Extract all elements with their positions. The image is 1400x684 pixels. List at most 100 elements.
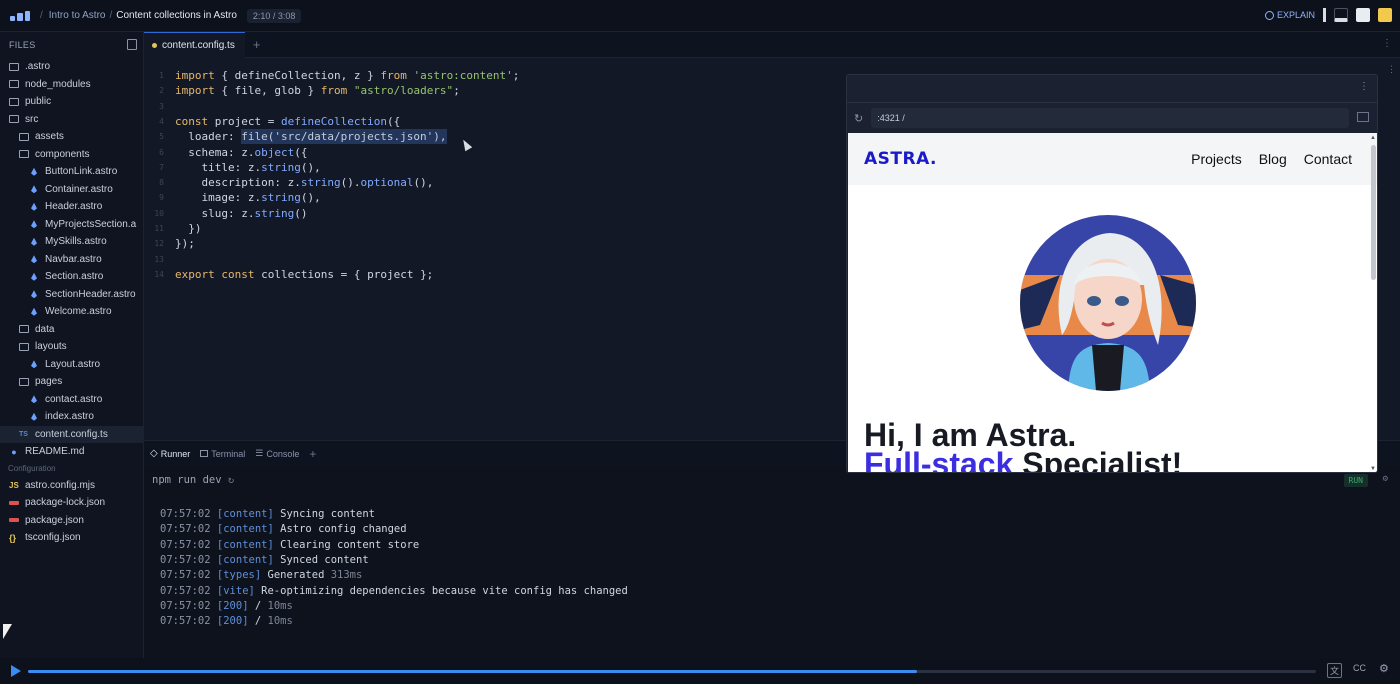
file-tree-item[interactable]: {} tsconfig.json [0,529,143,547]
file-tree-label: MyProjectsSection.a [45,218,137,230]
url-input[interactable]: :4321 / [871,108,1349,128]
more-vertical-icon[interactable]: ⋮ [1382,38,1392,49]
explain-button[interactable]: EXPLAIN [1264,10,1315,20]
file-tree-item[interactable]: Navbar.astro [0,251,143,269]
code-token: string [261,160,301,174]
log-time: 07:57:02 [160,538,211,551]
file-tree-item[interactable]: public [0,93,143,111]
file-tree-item[interactable]: Container.astro [0,181,143,199]
code-token: file('src/data/projects.json'), [241,129,447,145]
file-tree-label: Container.astro [45,183,113,195]
code-token: defineCollection [280,114,387,128]
code-token: { defineCollection, z } [214,69,381,82]
file-tree-item[interactable]: pages [0,373,143,391]
breadcrumb-course[interactable]: Intro to Astro [49,10,106,21]
layout-full-icon[interactable] [1378,8,1392,22]
file-tree-item[interactable]: .astro [0,58,143,76]
new-file-icon[interactable] [127,39,137,50]
tab-content-config[interactable]: content.config.ts [144,31,245,58]
tab-terminal[interactable]: Terminal [200,449,245,459]
file-tree-item[interactable]: JS astro.config.mjs [0,477,143,495]
astro-file-icon [31,290,37,299]
code-token: loader: [175,130,242,144]
code-token: ({ [386,114,401,128]
settings-gear-icon[interactable]: ⚙ [1379,662,1389,675]
layout-bottom-icon[interactable] [1334,8,1348,22]
scroll-down-icon[interactable]: ▼ [1370,466,1376,472]
nav-link-projects[interactable]: Projects [1191,151,1242,167]
code-token: (), [300,191,321,205]
nav-link-blog[interactable]: Blog [1259,151,1287,167]
folder-icon [19,325,29,334]
file-tree-item[interactable]: SectionHeader.astro [0,286,143,304]
file-tree-item[interactable]: node_modules [0,76,143,94]
captions-button[interactable]: CC [1353,663,1366,673]
progress-track[interactable] [28,670,1316,673]
file-tree-item[interactable]: package.json [0,512,143,530]
code-token: string [261,191,301,205]
astro-file-icon [31,237,37,246]
folder-icon [9,97,19,106]
file-tree-item[interactable]: package-lock.json [0,494,143,512]
file-tree-label: MySkills.astro [45,236,107,248]
tab-terminal-label: Terminal [211,448,246,459]
folder-icon [9,62,19,71]
add-tab-icon[interactable]: + [253,37,261,52]
preview-scrollbar[interactable] [1371,145,1376,280]
file-tree-item[interactable]: contact.astro [0,391,143,409]
site-logo[interactable]: ASTRA. [864,149,937,169]
file-tree-item[interactable]: components [0,146,143,164]
scroll-up-icon[interactable]: ▲ [1370,135,1376,141]
file-tree-item[interactable]: MyProjectsSection.a [0,216,143,234]
file-tree-item[interactable]: ButtonLink.astro [0,163,143,181]
code-token: optional [360,176,414,190]
code-token: { file, glob } [214,84,321,98]
file-tree-item[interactable]: src [0,111,143,129]
file-tree-item[interactable]: ● README.md [0,443,143,461]
mouse-cursor-icon [3,624,12,639]
more-vertical-icon[interactable]: ⋮ [1359,81,1369,92]
code-line: 13 [144,252,175,267]
tab-runner-label: Runner [160,448,191,459]
file-tree-item[interactable]: assets [0,128,143,146]
file-tree-label: index.astro [45,411,94,423]
nav-link-contact[interactable]: Contact [1304,151,1352,167]
file-tree-item[interactable]: layouts [0,338,143,356]
file-tree-item[interactable]: Layout.astro [0,356,143,374]
file-tree-item[interactable]: data [0,321,143,339]
line-number: 4 [159,116,164,126]
file-tree-item[interactable]: Header.astro [0,198,143,216]
file-tree-item[interactable]: Section.astro [0,268,143,286]
file-tree-label: Welcome.astro [45,306,112,318]
app-logo-icon[interactable] [10,10,30,21]
translate-icon[interactable]: 文 [1327,663,1343,678]
file-tree-item[interactable]: TS content.config.ts [0,425,143,443]
terminal-output[interactable]: npm run dev ↻ RUN ⚙ 07:57:02 [content] S… [144,466,1400,658]
more-vertical-icon[interactable]: ⋮ [1387,64,1396,75]
file-tree-item[interactable]: MySkills.astro [0,233,143,251]
tab-runner[interactable]: ◇ Runner [150,448,190,459]
run-command: npm run dev ↻ [152,474,234,486]
add-panel-icon[interactable]: + [309,447,316,461]
file-tree-item[interactable]: Welcome.astro [0,303,143,321]
folder-icon [19,377,29,386]
run-button[interactable]: RUN [1343,474,1368,487]
play-icon[interactable] [11,665,21,677]
layout-split-icon[interactable] [1356,8,1370,22]
markdown-file-icon: ● [11,446,17,457]
file-tree-label: SectionHeader.astro [45,288,136,300]
refresh-icon[interactable]: ↻ [228,474,234,486]
tab-console[interactable]: ☰ Console [255,448,299,459]
devtools-icon[interactable] [1357,112,1369,122]
code-line: 5 loader: file('src/data/projects.json')… [144,129,447,145]
reload-icon[interactable]: ↻ [854,112,863,125]
folder-icon [9,115,19,124]
log-msg: / [248,615,262,628]
file-tree-item[interactable]: index.astro [0,408,143,426]
log-line: 07:57:02 [200] / 10ms [160,614,293,629]
file-tree-label: layouts [35,341,67,353]
log-tag: [types] [216,569,262,582]
code-token: ; [512,69,520,82]
code-line: 10 slug: z. string() [144,206,307,221]
folder-icon [9,80,19,89]
